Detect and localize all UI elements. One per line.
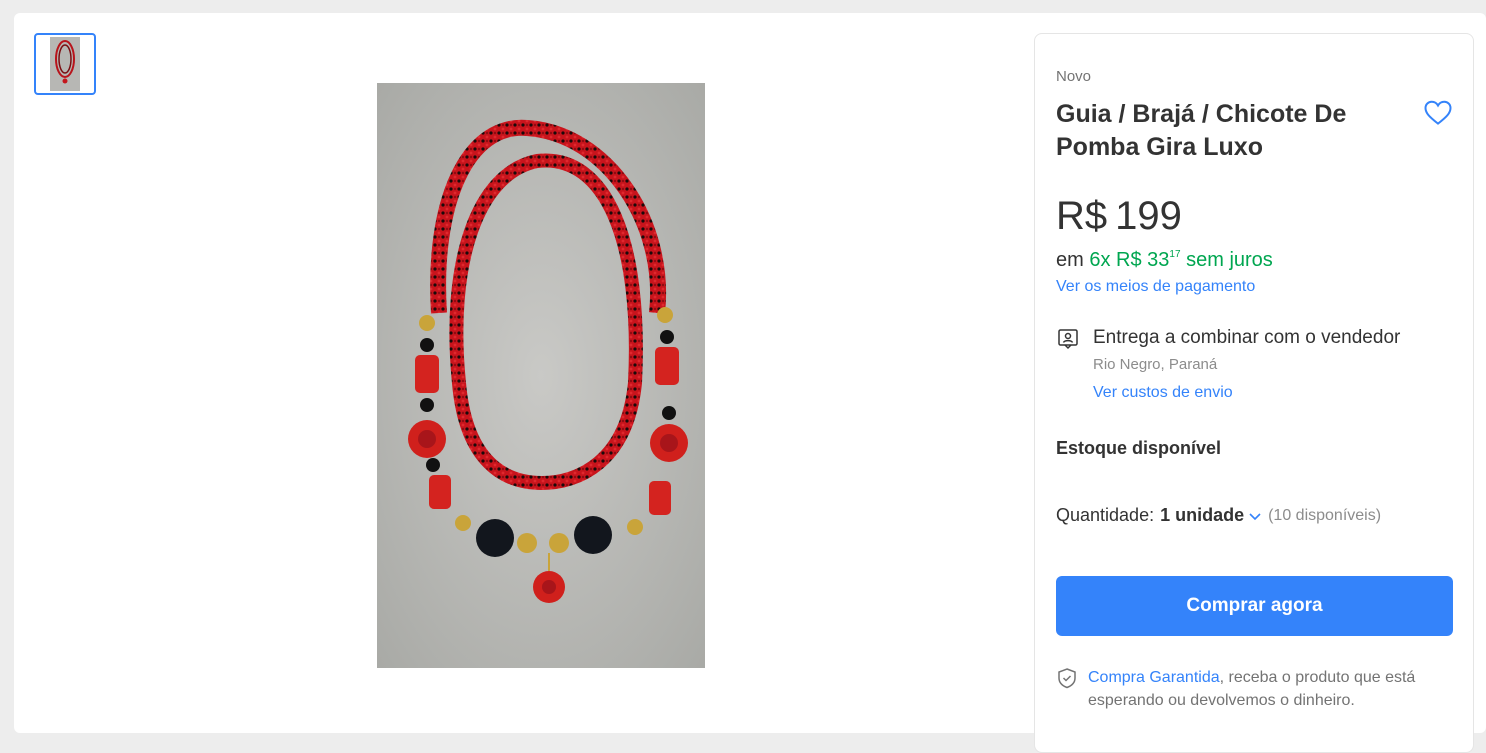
- price-value: 199: [1115, 194, 1182, 238]
- product-main-image[interactable]: [377, 83, 705, 668]
- price: R$ 199: [1056, 192, 1182, 240]
- price-currency: R$: [1056, 194, 1108, 238]
- guarantee-text: Compra Garantida, receba o produto que e…: [1088, 666, 1458, 712]
- condition-label: Novo: [1056, 68, 1092, 85]
- stock-status: Estoque disponível: [1056, 438, 1222, 458]
- guarantee-link[interactable]: Compra Garantida: [1088, 669, 1220, 686]
- chevron-down-icon[interactable]: [1248, 509, 1262, 523]
- delivery-location: Rio Negro, Paraná: [1093, 356, 1218, 373]
- shield-check-icon: [1058, 668, 1076, 689]
- heart-icon[interactable]: [1423, 98, 1453, 128]
- quantity-available: (10 disponíveis): [1268, 506, 1382, 524]
- delivery-title: Entrega a combinar com o vendedor: [1093, 327, 1401, 348]
- person-card-icon: [1058, 329, 1078, 350]
- installments-suffix: sem juros: [1186, 249, 1273, 271]
- payment-methods-link[interactable]: Ver os meios de pagamento: [1056, 278, 1255, 296]
- buy-now-button[interactable]: Comprar agora: [1056, 576, 1453, 636]
- installments: em 6x R$ 3317 sem juros: [1056, 242, 1273, 273]
- installments-cents: 17: [1169, 249, 1181, 260]
- product-card: Novo Guia / Brajá / Chicote De Pomba Gir…: [14, 13, 1486, 753]
- installments-amount: 6x R$ 3317: [1089, 249, 1180, 271]
- quantity-selector: Quantidade: 1 unidade (10 disponíveis): [1056, 505, 1381, 526]
- thumbnail-selected[interactable]: [34, 33, 96, 95]
- quantity-label: Quantidade:: [1056, 505, 1155, 525]
- shipping-costs-link[interactable]: Ver custos de envio: [1093, 384, 1233, 402]
- quantity-value[interactable]: 1 unidade: [1160, 505, 1244, 526]
- installments-main: 6x R$ 33: [1089, 249, 1170, 271]
- product-title: Guia / Brajá / Chicote De Pomba Gira Lux…: [1056, 100, 1347, 161]
- necklace-thumbnail-image: [50, 37, 80, 91]
- installments-prefix: em: [1056, 249, 1084, 271]
- purchase-panel: Novo Guia / Brajá / Chicote De Pomba Gir…: [1034, 33, 1474, 753]
